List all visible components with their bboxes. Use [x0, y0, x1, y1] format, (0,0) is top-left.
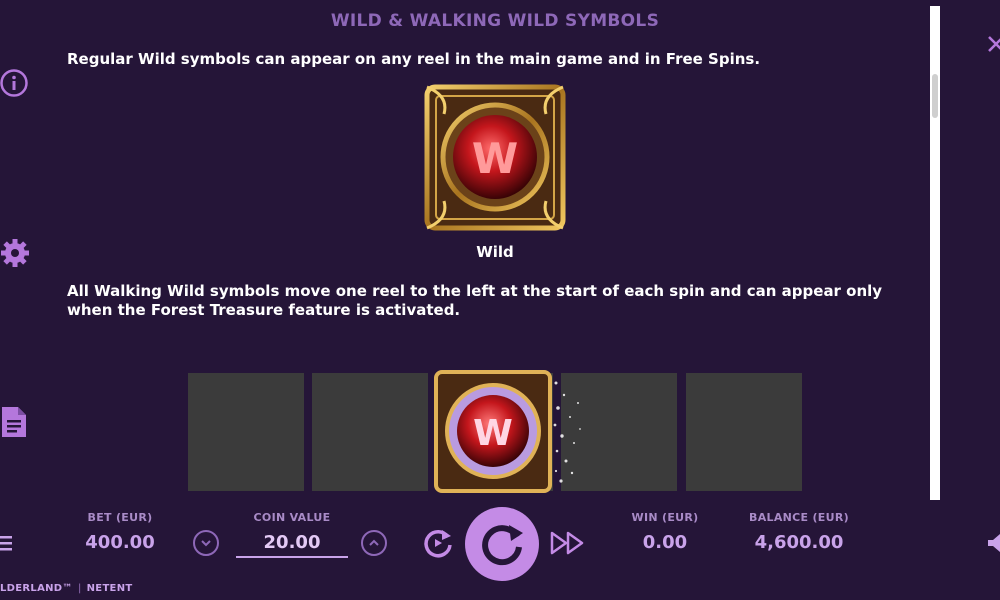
coin-value-decrease-button[interactable]: [193, 530, 219, 556]
win-label: WIN (EUR): [631, 511, 699, 524]
svg-text:W: W: [472, 134, 518, 183]
wild-symbol-icon: W: [424, 84, 566, 231]
footer: LDERLAND™ | NETENT: [0, 583, 132, 594]
scrollbar-thumb[interactable]: [932, 74, 938, 118]
reel-1: [188, 373, 304, 491]
page-title: WILD & WALKING WILD SYMBOLS: [330, 11, 660, 31]
footer-separator: |: [77, 583, 82, 594]
sound-icon[interactable]: [988, 533, 1000, 553]
document-icon[interactable]: [0, 405, 28, 439]
walking-wild-symbol-icon: W: [434, 370, 552, 493]
menu-icon[interactable]: [0, 535, 12, 551]
win-value: 0.00: [642, 532, 688, 553]
chevron-down-icon: [201, 540, 211, 547]
sparkle-trail: [553, 381, 581, 483]
wild-description: Regular Wild symbols can appear on any r…: [67, 50, 761, 68]
balance-label: BALANCE (EUR): [749, 511, 849, 524]
turbo-icon[interactable]: [550, 530, 586, 556]
bet-label: BET (EUR): [87, 511, 153, 524]
info-icon[interactable]: [0, 69, 28, 97]
balance-value: 4,600.00: [754, 532, 844, 553]
spin-button[interactable]: [465, 507, 539, 581]
brand-name: NETENT: [86, 583, 133, 594]
reel-5: [686, 373, 802, 491]
bet-value: 400.00: [85, 532, 155, 553]
wild-symbol-label: Wild: [476, 243, 514, 261]
chevron-up-icon: [369, 539, 379, 546]
coin-value[interactable]: 20.00: [238, 532, 346, 553]
coin-value-underline: [236, 556, 348, 558]
spin-icon: [482, 525, 523, 566]
walking-wild-description: All Walking Wild symbols move one reel t…: [67, 282, 883, 319]
coin-value-increase-button[interactable]: [361, 530, 387, 556]
game-name: LDERLAND™: [0, 583, 73, 594]
close-icon[interactable]: [986, 34, 1000, 54]
reel-2: [312, 373, 428, 491]
svg-text:W: W: [473, 413, 513, 454]
coin-value-label: COIN VALUE: [253, 511, 331, 524]
autoplay-icon[interactable]: [420, 525, 456, 561]
